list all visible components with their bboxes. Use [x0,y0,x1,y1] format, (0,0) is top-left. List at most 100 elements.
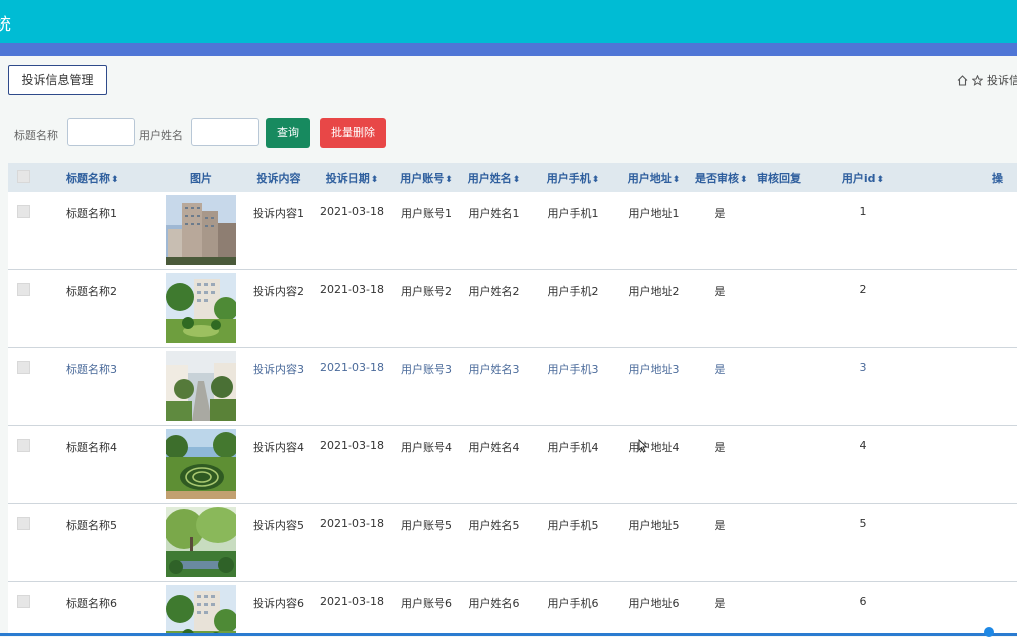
column-reply: 审核回复 [745,163,813,192]
table-row[interactable]: 标题名称2 投诉内容2 2021-03-18 用户账号2 用户姓名2 用户手机2 用户地址2… [8,269,1017,348]
cell-title: 标题名称4 [66,441,117,454]
cell-date: 2021-03-18 [320,595,384,608]
cell-account: 用户账号1 [401,207,452,220]
cell-name: 用户姓名5 [468,519,520,532]
complaints-table: 标题名称⬍ 图片 投诉内容 投诉日期⬍ 用户账号⬍ 用户姓名⬍ 用户手机⬍ 用户… [8,163,1017,636]
cell-content: 投诉内容5 [253,519,304,532]
column-audited[interactable]: 是否审核⬍ [695,163,748,192]
cell-phone: 用户手机5 [547,519,599,532]
sort-icon[interactable]: ⬍ [111,175,119,185]
user-name-search-input[interactable] [191,118,259,146]
cell-name: 用户姓名4 [468,441,520,454]
cell-date: 2021-03-18 [320,205,384,218]
cell-account: 用户账号4 [401,441,452,454]
cell-phone: 用户手机6 [547,597,599,610]
row-checkbox[interactable] [16,283,30,296]
column-actions: 操 [913,163,1017,192]
column-user-id[interactable]: 用户id⬍ [813,163,913,192]
cell-content: 投诉内容1 [253,207,304,220]
column-name[interactable]: 用户姓名⬍ [455,163,533,192]
cell-date: 2021-03-18 [320,439,384,452]
table-row[interactable]: 标题名称5 投诉内容5 2021-03-18 用户账号5 用户姓名5 用户手机5 用户地址5… [8,503,1017,582]
cell-name: 用户姓名1 [468,207,520,220]
sort-icon[interactable]: ⬍ [592,175,600,185]
cell-address: 用户地址2 [628,285,680,298]
cell-phone: 用户手机3 [547,363,599,376]
sort-icon[interactable]: ⬍ [445,175,453,185]
cell-name: 用户姓名3 [468,363,520,376]
column-account[interactable]: 用户账号⬍ [398,163,455,192]
complaint-image [166,195,236,265]
star-icon [972,74,983,86]
sort-icon[interactable]: ⬍ [513,175,521,185]
row-checkbox[interactable] [16,439,30,452]
main-content: 投诉信息管理 投诉信 标题名称 用户姓名 查询 批量删除 标题名称⬍ 图片 投诉… [0,56,1017,636]
complaint-image [166,507,236,577]
cell-audited: 是 [714,207,726,220]
complaint-image [166,351,236,421]
cell-title: 标题名称5 [66,519,117,532]
cell-audited: 是 [714,363,726,376]
complaint-image [166,585,236,636]
table-row[interactable]: 标题名称6 投诉内容6 2021-03-18 用户账号6 用户姓名6 用户手机6 用户地址6… [8,581,1017,636]
row-checkbox[interactable] [16,205,30,218]
sort-icon[interactable]: ⬍ [371,175,379,185]
cell-content: 投诉内容4 [253,441,304,454]
header-accent-bar [0,43,1017,56]
cell-reply [745,192,813,205]
table-row[interactable]: 标题名称1 投诉内容1 2021-03-18 用户账号1 用户姓名1 用户手机1 用户地址1… [8,192,1017,270]
cell-reply [745,504,813,517]
row-checkbox[interactable] [16,517,30,530]
complaint-image [166,273,236,343]
complaint-image [166,429,236,499]
cell-date: 2021-03-18 [320,517,384,530]
cell-date: 2021-03-18 [320,283,384,296]
cell-user-id: 1 [859,205,867,218]
row-checkbox[interactable] [16,595,30,608]
cell-reply [745,582,813,595]
top-header: 统 [0,0,1017,43]
cell-account: 用户账号5 [401,519,452,532]
cell-address: 用户地址6 [628,597,680,610]
cell-content: 投诉内容6 [253,597,304,610]
column-content: 投诉内容 [251,163,306,192]
sort-icon[interactable]: ⬍ [877,175,885,185]
home-icon[interactable] [957,74,968,86]
table-row[interactable]: 标题名称4 投诉内容4 2021-03-18 用户账号4 用户姓名4 用户手机4 用户地址4… [8,425,1017,504]
cell-date: 2021-03-18 [320,361,384,374]
cell-audited: 是 [714,597,726,610]
table-row[interactable]: 标题名称3 投诉内容3 2021-03-18 用户账号3 用户姓名3 用户手机3 用户地址3… [8,347,1017,426]
cell-title: 标题名称3 [66,363,117,376]
cell-user-id: 5 [859,517,867,530]
cell-user-id: 6 [859,595,867,608]
menu-button-complaints[interactable]: 投诉信息管理 [8,65,107,95]
cell-name: 用户姓名2 [468,285,520,298]
cell-content: 投诉内容2 [253,285,304,298]
cell-address: 用户地址1 [628,207,680,220]
sort-icon[interactable]: ⬍ [673,175,681,185]
cell-phone: 用户手机2 [547,285,599,298]
column-image: 图片 [151,163,251,192]
batch-delete-button[interactable]: 批量删除 [320,118,386,148]
title-search-input[interactable] [67,118,135,146]
cell-account: 用户账号6 [401,597,452,610]
column-title[interactable]: 标题名称⬍ [38,163,151,192]
breadcrumb: 投诉信 [957,72,1017,88]
query-button[interactable]: 查询 [266,118,310,148]
sort-icon[interactable]: ⬍ [740,175,748,185]
cell-title: 标题名称2 [66,285,117,298]
cell-address: 用户地址5 [628,519,680,532]
column-date[interactable]: 投诉日期⬍ [306,163,398,192]
cell-audited: 是 [714,285,726,298]
row-checkbox[interactable] [16,361,30,374]
cell-name: 用户姓名6 [468,597,520,610]
cell-account: 用户账号2 [401,285,452,298]
column-phone[interactable]: 用户手机⬍ [533,163,613,192]
select-all-checkbox[interactable] [16,169,30,183]
cell-reply [745,426,813,439]
cell-user-id: 3 [859,361,867,374]
breadcrumb-current: 投诉信 [987,74,1017,87]
cell-account: 用户账号3 [401,363,452,376]
column-address[interactable]: 用户地址⬍ [613,163,695,192]
cell-title: 标题名称1 [66,207,117,220]
